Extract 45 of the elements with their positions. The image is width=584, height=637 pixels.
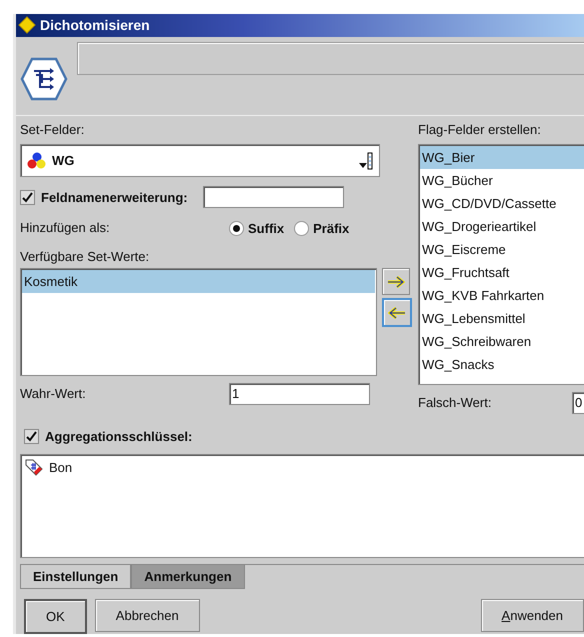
false-value-label: Falsch-Wert: bbox=[418, 394, 492, 412]
flag-fields-label: Flag-Felder erstellen: bbox=[418, 121, 542, 140]
list-item[interactable]: WG_Fruchtsaft bbox=[420, 261, 584, 284]
right-arrow-icon bbox=[387, 274, 405, 289]
radio-option[interactable]: Suffix bbox=[229, 220, 284, 236]
radio-option[interactable]: Präfix bbox=[294, 220, 350, 236]
true-value-label: Wahr-Wert: bbox=[20, 385, 87, 404]
list-item[interactable]: WG_Lebensmittel bbox=[420, 307, 584, 330]
field-name-extension-label: Feldnamenerweiterung: bbox=[41, 190, 188, 205]
list-item[interactable]: WG_Schreibwaren bbox=[420, 330, 584, 354]
add-as-label: Hinzufügen als: bbox=[20, 219, 111, 238]
list-item[interactable]: WG_Eiscreme bbox=[420, 238, 584, 262]
available-values-label: Verfügbare Set-Werte: bbox=[20, 248, 150, 266]
set-fields-label: Set-Felder: bbox=[20, 121, 86, 140]
input-field[interactable] bbox=[202, 186, 344, 208]
list-item[interactable]: WG_KVB Fahrkarten bbox=[420, 284, 584, 308]
left-arrow-icon bbox=[388, 306, 406, 320]
checkbox[interactable] bbox=[20, 190, 35, 205]
dialog-button[interactable]: Abbrechen bbox=[94, 599, 200, 632]
dialog-button[interactable]: Anwenden bbox=[480, 599, 584, 632]
window-title: Dichotomisieren bbox=[40, 17, 150, 34]
list-item[interactable]: Bon bbox=[22, 456, 584, 479]
tag-icon bbox=[24, 458, 44, 476]
list-item[interactable]: WG_Bier bbox=[420, 146, 584, 170]
dropdown-icon bbox=[359, 152, 373, 170]
aggregation-label: Aggregationsschlüssel: bbox=[45, 428, 192, 444]
set-field-dropdown[interactable]: WG bbox=[20, 144, 380, 178]
diamond-icon bbox=[18, 16, 36, 34]
list-item[interactable]: WG_Drogerieartikel bbox=[420, 215, 584, 238]
checkmark-icon bbox=[22, 192, 33, 203]
node-icon bbox=[20, 56, 68, 101]
tab[interactable]: Anmerkungen bbox=[131, 565, 245, 589]
checkmark-icon bbox=[26, 430, 37, 442]
set-type-icon bbox=[27, 152, 47, 170]
input-field[interactable]: 0 bbox=[572, 392, 584, 414]
list-item[interactable]: Kosmetik bbox=[22, 270, 375, 294]
tab[interactable]: Einstellungen bbox=[20, 565, 132, 589]
dialog-button[interactable]: OK bbox=[24, 599, 87, 634]
add-button[interactable] bbox=[382, 268, 410, 296]
list-item[interactable]: WG_Bücher bbox=[420, 169, 584, 192]
list-item[interactable]: WG_Snacks bbox=[420, 353, 584, 376]
checkbox[interactable] bbox=[24, 428, 39, 444]
remove-button[interactable] bbox=[382, 298, 412, 328]
input-field[interactable]: 1 bbox=[229, 383, 370, 406]
list-item[interactable]: WG_CD/DVD/Cassette bbox=[420, 192, 584, 216]
